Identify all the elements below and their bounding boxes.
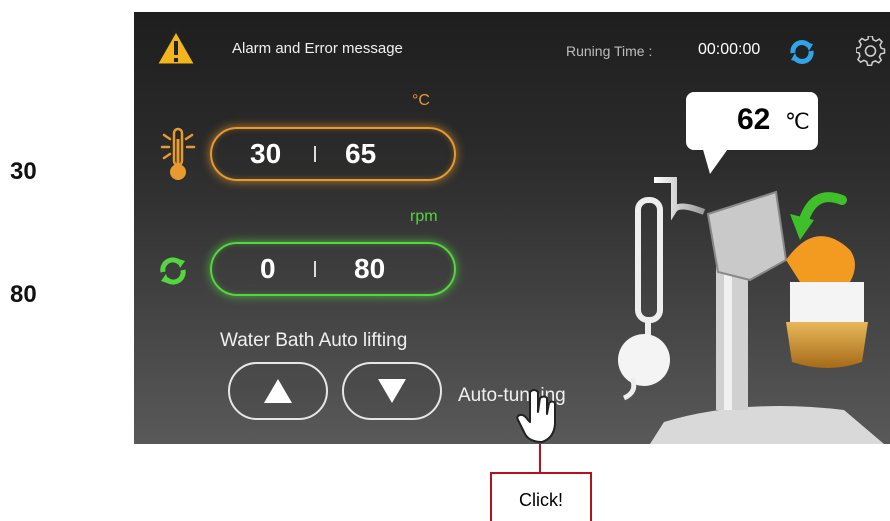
outside-temp-label: 30 <box>10 158 37 185</box>
callout-text: Click! <box>519 490 563 510</box>
running-time-value: 00:00:00 <box>698 41 761 58</box>
evaporator-control-panel: Alarm and Error message Runing Time : 00… <box>134 12 890 444</box>
arrow-down-icon <box>378 379 406 403</box>
alarm-message[interactable]: Alarm and Error message <box>232 40 403 57</box>
running-time-label: Runing Time : <box>566 43 653 59</box>
temperature-low-value: 30 <box>250 138 282 169</box>
refresh-icon[interactable] <box>788 38 816 66</box>
warning-icon[interactable] <box>154 28 198 68</box>
water-bath-lifting-label: Water Bath Auto lifting <box>220 330 408 351</box>
bubble-pointer <box>702 146 730 174</box>
vapor-temperature-unit: ℃ <box>785 109 810 134</box>
gear-icon[interactable] <box>856 36 886 66</box>
temperature-high-value: 65 <box>345 138 377 169</box>
rotation-low-value: 0 <box>260 253 276 284</box>
temperature-unit: °C <box>412 92 430 109</box>
rotation-high-value: 80 <box>354 253 386 284</box>
temperature-setpoint-field[interactable]: 30 65 <box>210 127 456 181</box>
outside-rpm-label: 80 <box>10 281 37 308</box>
vapor-temperature-value: 62 <box>737 103 771 136</box>
lift-down-button[interactable] <box>342 362 442 420</box>
temperature-separator <box>314 146 316 162</box>
vapor-temperature-display: 62 ℃ <box>686 92 818 150</box>
rotation-separator <box>314 261 316 277</box>
rotary-evaporator-illustration <box>618 177 884 444</box>
callout-connector <box>539 444 541 472</box>
thermometer-icon <box>160 127 196 180</box>
rotation-setpoint-field[interactable]: 0 80 <box>210 242 456 296</box>
rotation-icon <box>160 257 186 285</box>
lift-up-button[interactable] <box>228 362 328 420</box>
click-callout: Click! <box>490 472 592 521</box>
rotation-unit: rpm <box>410 208 438 225</box>
hand-cursor-icon <box>516 389 556 443</box>
arrow-up-icon <box>264 379 292 403</box>
